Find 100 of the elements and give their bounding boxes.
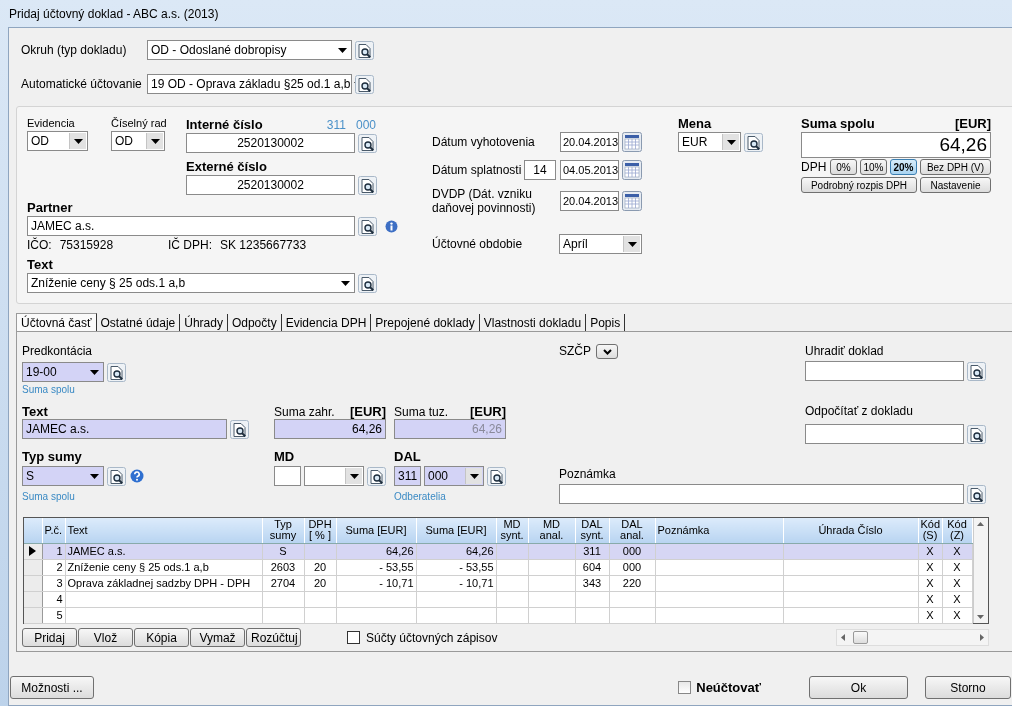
table-cell: X [918, 607, 942, 623]
text-field[interactable]: JAMEC a.s. [22, 419, 227, 439]
button[interactable]: Podrobný rozpis DPH [801, 177, 917, 193]
field-label: DVDP (Dát. vzniku daňovej povinnosti) [432, 187, 537, 215]
text-field[interactable] [805, 424, 964, 444]
dropdown[interactable]: Zníženie ceny § 25 ods.1 a,b [27, 273, 355, 293]
scroll-down-icon[interactable] [977, 615, 985, 619]
button[interactable]: Pridaj [22, 628, 77, 647]
cancel-button[interactable]: Storno [925, 676, 1011, 699]
chevron-icon [602, 348, 612, 355]
search-icon[interactable] [487, 466, 506, 486]
search-icon[interactable] [355, 40, 374, 60]
table-cell: 5 [42, 607, 65, 623]
text-field[interactable]: JAMEC a.s. [27, 216, 355, 236]
button[interactable]: Nastavenie [920, 177, 991, 193]
table-cell: X [918, 559, 942, 575]
tab[interactable]: Účtovná časť [16, 313, 97, 331]
field-label: IČO: [27, 238, 52, 252]
scroll-right-icon[interactable] [980, 634, 984, 641]
column-header: MD anal. [528, 518, 575, 543]
field-label: Externé číslo [186, 159, 268, 174]
table-cell: 604 [575, 559, 609, 575]
table-cell: Oprava základnej sadzby DPH - DPH [65, 575, 262, 591]
table-cell: X [942, 559, 972, 575]
vat-rate-button[interactable]: 10% [860, 159, 887, 175]
column-header: Úhrada Číslo [783, 518, 918, 543]
info-icon[interactable] [385, 219, 398, 233]
checkbox[interactable] [347, 631, 360, 644]
table-cell: 20 [304, 575, 336, 591]
text-field[interactable] [274, 466, 301, 486]
search-icon[interactable] [367, 466, 386, 486]
search-icon[interactable] [358, 175, 377, 195]
help-icon[interactable] [130, 469, 144, 483]
date-field[interactable]: 20.04.2013 [560, 191, 619, 211]
calendar-icon[interactable] [622, 160, 642, 180]
text-field[interactable]: 64,26 [274, 419, 386, 439]
field-value: SK 1235667733 [220, 238, 307, 252]
search-icon[interactable] [744, 132, 763, 152]
table-cell: 2603 [262, 559, 304, 575]
table-cell: 2704 [262, 575, 304, 591]
vat-rate-button[interactable]: 0% [830, 159, 857, 175]
expand-button[interactable] [596, 344, 618, 359]
dropdown[interactable]: 19-00 [22, 362, 104, 382]
text-field[interactable]: 2520130002 [186, 133, 355, 153]
field-label: IČ DPH: [168, 238, 212, 252]
search-icon[interactable] [358, 216, 377, 236]
calendar-icon[interactable] [622, 132, 642, 152]
search-icon[interactable] [107, 362, 126, 382]
text-field[interactable] [805, 361, 964, 381]
column-header: Text [65, 518, 262, 543]
button[interactable]: Kópia [134, 628, 189, 647]
column-header: Suma [EUR] [336, 518, 416, 543]
text-field[interactable]: 64,26 [801, 132, 991, 158]
ok-button[interactable]: Ok [809, 676, 908, 699]
dropdown[interactable] [304, 466, 364, 486]
table-cell: 20 [304, 559, 336, 575]
table-cell: X [918, 575, 942, 591]
unit-label: [EUR] [349, 404, 386, 419]
vat-rate-button[interactable]: 20% [890, 159, 917, 175]
caret-icon [341, 280, 350, 286]
field-label: Účtovné obdobie [432, 237, 524, 251]
date-field[interactable]: 04.05.2013 [560, 160, 619, 180]
column-header: P.č. [42, 518, 65, 543]
hint-text: Suma spolu [22, 384, 75, 395]
text-field[interactable]: 311 [394, 466, 421, 486]
button[interactable]: Vymaž [190, 628, 245, 647]
button[interactable]: Bez DPH (V) [920, 159, 991, 175]
caret-icon [150, 138, 160, 144]
field-label: Automatické účtovanie [21, 77, 143, 91]
dropdown[interactable]: S [22, 466, 104, 486]
text-field[interactable]: 2520130002 [186, 175, 355, 195]
search-icon[interactable] [358, 133, 377, 153]
search-icon[interactable] [967, 424, 986, 444]
button[interactable]: Rozúčtuj [246, 628, 301, 647]
dropdown[interactable]: OD [111, 131, 165, 151]
calendar-icon[interactable] [622, 191, 642, 211]
field-label: MD [274, 449, 295, 464]
search-icon[interactable] [967, 484, 986, 504]
dropdown[interactable]: Apríl [559, 234, 642, 254]
table-cell: 3 [42, 575, 65, 591]
scroll-left-icon[interactable] [841, 634, 845, 641]
search-icon[interactable] [967, 361, 986, 381]
search-icon[interactable] [355, 74, 374, 94]
search-icon[interactable] [358, 273, 377, 293]
button[interactable]: Vlož [78, 628, 133, 647]
options-button[interactable]: Možnosti ... [10, 676, 94, 699]
search-icon[interactable] [230, 419, 249, 439]
table-cell: X [942, 591, 972, 607]
checkbox[interactable] [678, 681, 692, 694]
date-field[interactable]: 20.04.2013 [560, 132, 619, 152]
text-field[interactable] [559, 484, 964, 504]
scroll-thumb[interactable] [853, 631, 868, 644]
text-field[interactable]: 14 [524, 160, 556, 180]
dropdown[interactable]: 19 OD - Oprava základu §25 od.1 a,b [147, 74, 352, 94]
dropdown[interactable]: 000 [424, 466, 484, 486]
dropdown[interactable]: OD [27, 131, 88, 151]
dropdown[interactable]: EUR [678, 132, 741, 152]
search-icon[interactable] [107, 466, 126, 486]
dropdown[interactable]: OD - Odoslané dobropisy [147, 40, 352, 60]
scroll-up-icon[interactable] [977, 522, 985, 526]
